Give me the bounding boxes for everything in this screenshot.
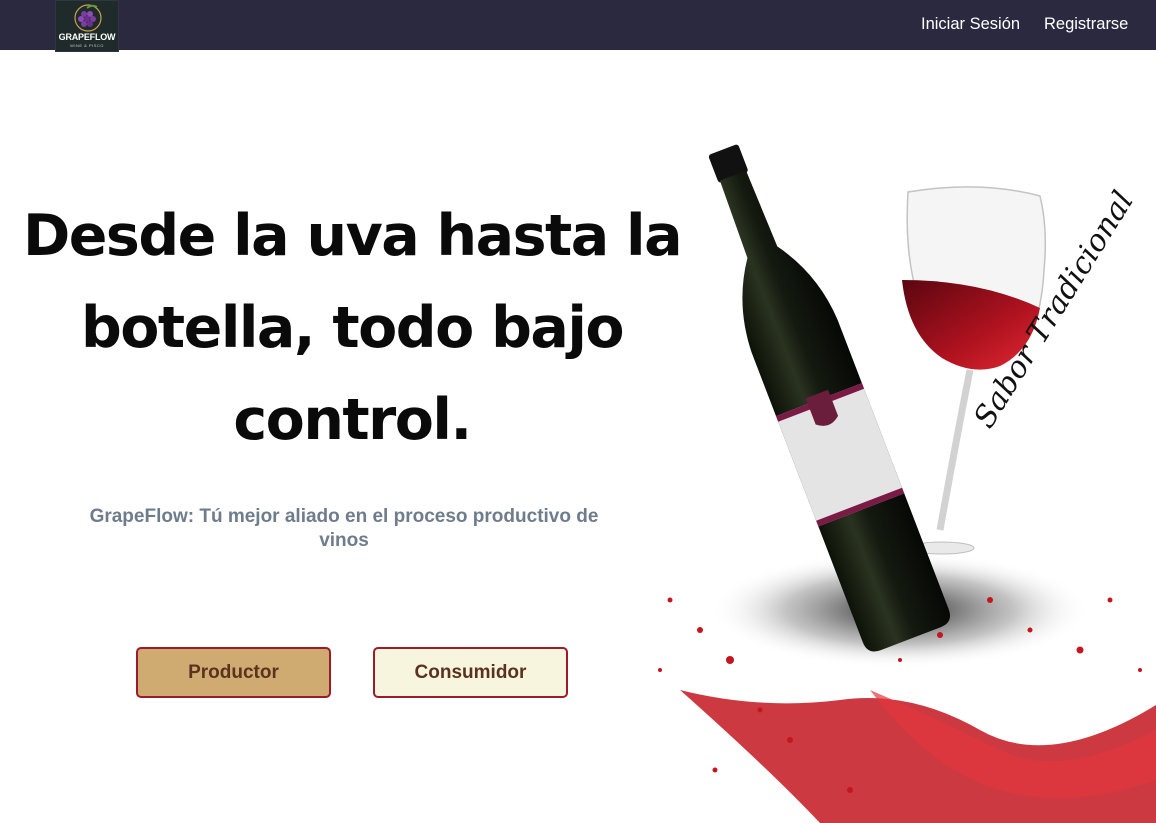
login-link[interactable]: Iniciar Sesión	[921, 15, 1020, 34]
hero-wine-image: Sabor Tradicional	[658, 144, 1156, 823]
logo-tagline: WINE & PISCO	[70, 43, 104, 48]
hero-subtitle: GrapeFlow: Tú mejor aliado en el proceso…	[89, 506, 599, 551]
top-navbar: GRAPEFLOW WINE & PISCO Iniciar Sesión Re…	[0, 0, 1156, 52]
logo-name: GRAPEFLOW	[58, 32, 116, 42]
producer-button[interactable]: Productor	[136, 647, 331, 698]
hero-title: Desde la uva hasta la botella, todo bajo…	[22, 203, 683, 453]
consumer-button[interactable]: Consumidor	[373, 647, 568, 698]
register-link[interactable]: Registrarse	[1044, 15, 1128, 34]
grape-icon	[74, 4, 102, 32]
grapeflow-logo[interactable]: GRAPEFLOW WINE & PISCO	[55, 0, 119, 52]
